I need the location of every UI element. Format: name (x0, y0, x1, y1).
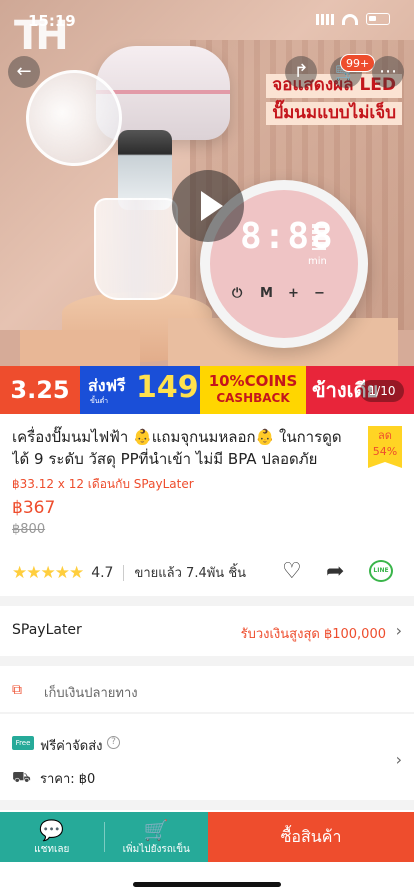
promo-line-2: ปั๊มนมแบบไม่เจ็บ (266, 101, 402, 126)
banner-free-shipping: ส่งฟรี ขั้นต่ำ 149 (80, 366, 200, 414)
section-divider (0, 596, 414, 606)
shipping-cost: ราคา: ฿0 (40, 772, 96, 787)
section-divider (0, 800, 414, 810)
minus-icon: − (314, 286, 325, 301)
back-arrow-icon[interactable]: ← (8, 56, 40, 88)
add-cart-label: เพิ่มไปยังรถเข็น (122, 844, 190, 855)
signal-icon (316, 13, 334, 25)
rating-row[interactable]: ★★★★★ 4.7 ขายแล้ว 7.4พัน ชิ้น (12, 562, 246, 583)
chat-button[interactable]: 💬 แชทเลย (0, 812, 104, 862)
coins-line-2: CASHBACK (216, 391, 290, 405)
play-icon[interactable] (172, 170, 244, 242)
more-icon[interactable]: ⋯ (372, 56, 404, 88)
mode-label: M (260, 286, 273, 301)
battery-icon (366, 13, 390, 25)
cod-row: ⧉ เก็บเงินปลายทาง (0, 672, 414, 708)
product-title: เครื่องปั๊มนมไฟฟ้า 👶แถมจุกนมหลอก👶 ในการด… (12, 428, 342, 468)
spaylater-limit: รับวงเงินสูงสุด ฿100,000 (240, 627, 386, 642)
price: ฿367 (12, 498, 56, 518)
wifi-icon (342, 13, 358, 25)
banner-coins-cashback: 10%COINS CASHBACK (200, 366, 306, 414)
discount-label: ลด (378, 429, 392, 442)
chat-label: แชทเลย (34, 844, 70, 855)
bottom-action-bar: 💬 แชทเลย 🛒 เพิ่มไปยังรถเข็น ซื้อสินค้า (0, 812, 414, 862)
share-icon[interactable]: ➦ (326, 559, 344, 584)
installment-text[interactable]: ฿33.12 x 12 เดือนกับ SPayLater (12, 475, 194, 494)
status-time: 15:19 (28, 12, 76, 30)
pump-bottle (94, 198, 178, 300)
add-to-cart-button[interactable]: 🛒 เพิ่มไปยังรถเข็น (105, 812, 209, 862)
chat-icon: 💬 (39, 818, 65, 842)
section-divider (0, 712, 414, 714)
image-counter: 1/10 (360, 380, 404, 402)
power-icon: ⏻ (232, 286, 243, 301)
free-shipping-truck-icon: Free (12, 736, 34, 750)
rating-value: 4.7 (91, 564, 114, 581)
line-share-icon[interactable]: LINE (369, 560, 393, 582)
cart-count-badge: 99+ (340, 54, 376, 72)
chevron-right-icon: › (395, 621, 402, 640)
status-indicators (316, 13, 390, 25)
screen-battery-icon (312, 224, 326, 250)
bottom-left-group: 💬 แชทเลย 🛒 เพิ่มไปยังรถเข็น (0, 812, 208, 862)
spaylater-label: SPayLater (12, 622, 82, 638)
promo-banner[interactable]: 3.25 ส่งฟรี ขั้นต่ำ 149 10%COINS CASHBAC… (0, 366, 414, 414)
home-indicator (133, 882, 281, 887)
original-price: ฿800 (12, 522, 46, 537)
screen-unit: min (308, 256, 327, 267)
spaylater-row[interactable]: SPayLater รับวงเงินสูงสุด ฿100,000 › (0, 610, 414, 652)
rating-stars-icon: ★★★★★ (12, 562, 84, 583)
plus-icon: + (288, 286, 299, 301)
shipping-row[interactable]: Free ฟรีค่าจัดส่ง ? ⛟ ราคา: ฿0 › (0, 724, 414, 798)
section-divider (0, 656, 414, 666)
share-icon[interactable]: ↱ (285, 56, 317, 88)
coins-line-1: 10%COINS (208, 372, 298, 390)
sold-count: ขายแล้ว 7.4พัน ชิ้น (134, 566, 247, 581)
help-icon[interactable]: ? (107, 736, 120, 749)
discount-value: 54% (372, 445, 398, 458)
add-cart-icon: 🛒 (143, 818, 169, 842)
free-ship-min: ขั้นต่ำ (90, 397, 109, 405)
divider (123, 564, 125, 581)
free-shipping-label: ฟรีค่าจัดส่ง (40, 739, 103, 754)
chevron-right-icon: › (395, 750, 402, 769)
cod-icon: ⧉ (12, 682, 22, 698)
truck-icon: ⛟ (12, 768, 31, 786)
free-ship-amount: 149 (136, 370, 199, 405)
discount-badge: ลด 54% (368, 426, 402, 468)
cod-label: เก็บเงินปลายทาง (44, 686, 138, 701)
heart-icon[interactable]: ♡ (282, 559, 302, 584)
buy-now-button[interactable]: ซื้อสินค้า (208, 812, 414, 862)
banner-date: 3.25 (0, 366, 80, 414)
